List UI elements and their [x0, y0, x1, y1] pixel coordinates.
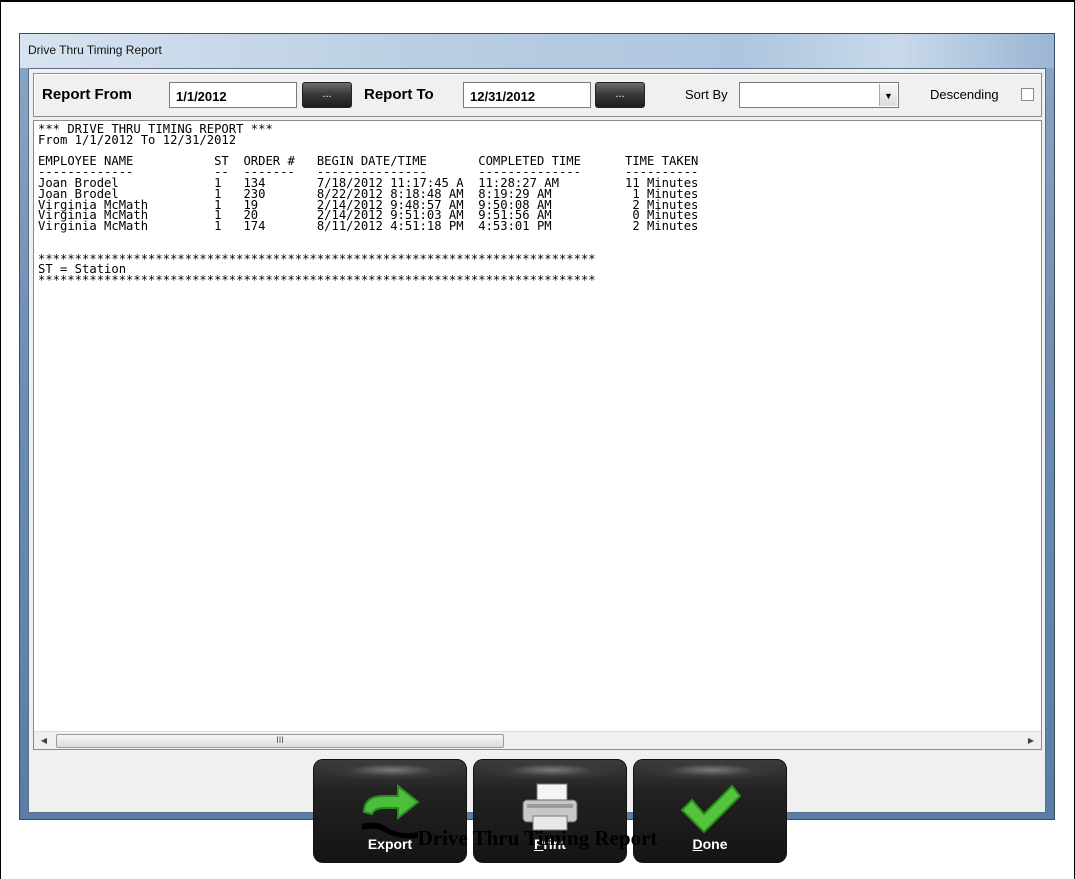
- scroll-left-icon[interactable]: ◀: [36, 734, 52, 748]
- grip-icon: III: [276, 735, 284, 745]
- filter-bar: Report From 1/1/2012 ... Report To 12/31…: [33, 73, 1042, 117]
- descending-label: Descending: [930, 87, 999, 102]
- report-line: From 1/1/2012 To 12/31/2012: [38, 132, 237, 147]
- scrollbar-thumb[interactable]: III: [56, 734, 504, 748]
- report-window: Drive Thru Timing Report Report From 1/1…: [19, 33, 1055, 863]
- window-client-area: Report From 1/1/2012 ... Report To 12/31…: [28, 68, 1046, 863]
- report-line: Virginia McMath 1 174 8/11/2012 4:51:18 …: [38, 219, 699, 234]
- scroll-right-icon[interactable]: ▶: [1023, 734, 1039, 748]
- chevron-down-icon[interactable]: ▼: [879, 84, 897, 106]
- descending-checkbox[interactable]: [1021, 88, 1034, 101]
- horizontal-scrollbar[interactable]: ◀ III ▶: [34, 731, 1041, 749]
- report-to-label: Report To: [364, 86, 434, 103]
- title-bar: Drive Thru Timing Report: [20, 34, 1054, 68]
- sort-by-select[interactable]: ▼: [739, 82, 899, 108]
- figure-caption: Drive Thru Timing Report: [417, 826, 658, 850]
- report-to-input[interactable]: 12/31/2012: [463, 82, 591, 108]
- report-to-picker-button[interactable]: ...: [595, 82, 645, 108]
- report-from-picker-button[interactable]: ...: [302, 82, 352, 108]
- report-text: *** DRIVE THRU TIMING REPORT *** From 1/1…: [38, 124, 1028, 722]
- report-from-label: Report From: [42, 86, 132, 103]
- report-line: ****************************************…: [38, 273, 596, 288]
- report-line: [38, 232, 1028, 243]
- window-title: Drive Thru Timing Report: [28, 43, 162, 57]
- report-from-input[interactable]: 1/1/2012: [169, 82, 297, 108]
- report-line: ****************************************…: [38, 251, 596, 266]
- sort-by-label: Sort By: [685, 87, 728, 102]
- report-viewer[interactable]: *** DRIVE THRU TIMING REPORT *** From 1/1…: [33, 120, 1042, 750]
